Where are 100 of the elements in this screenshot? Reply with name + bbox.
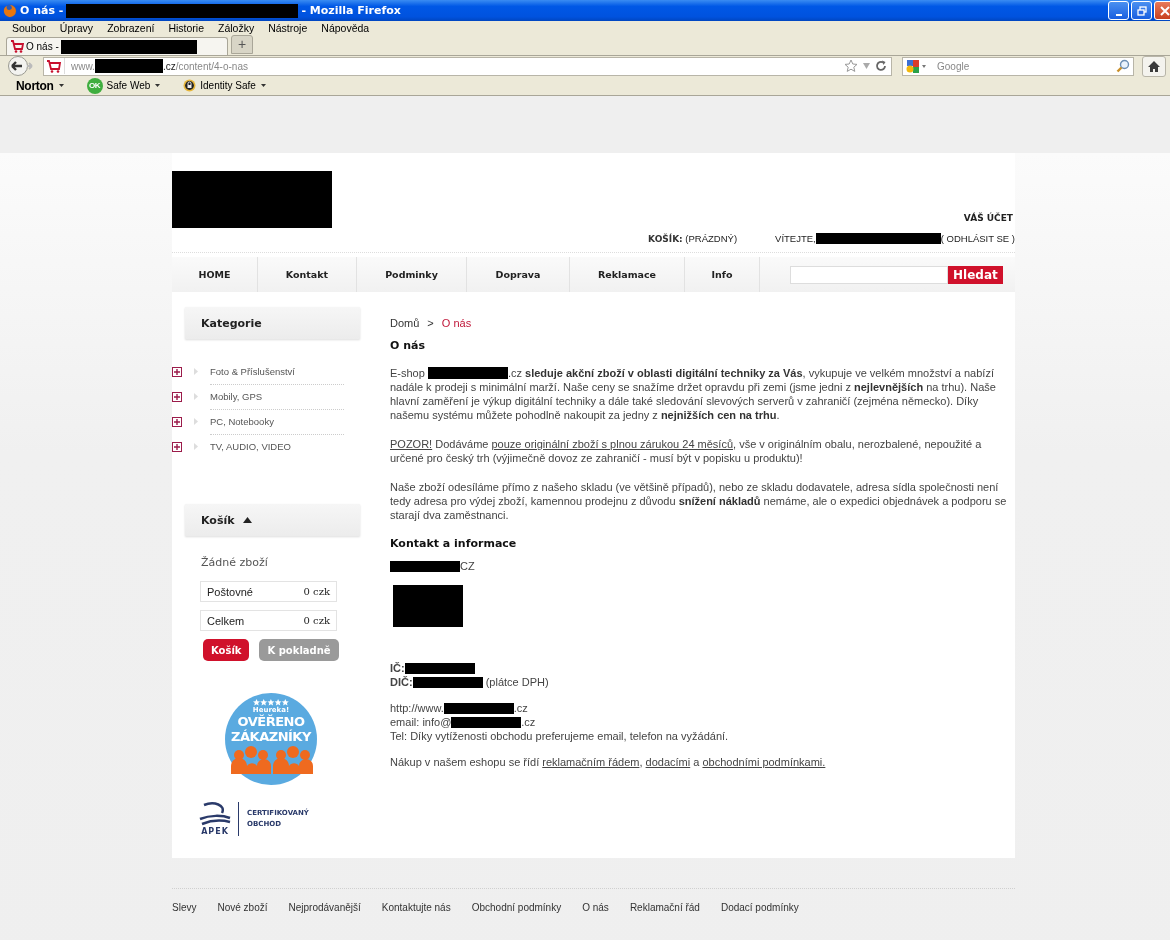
close-button[interactable] — [1154, 1, 1170, 20]
row-label: Poštovné — [207, 585, 253, 598]
restore-icon — [1136, 5, 1147, 16]
plus-icon[interactable] — [172, 441, 182, 452]
footer-link[interactable]: Obchodní podmínky — [471, 902, 562, 913]
category-link[interactable]: Foto & Příslušenství — [210, 358, 344, 385]
link[interactable]: dodacími — [645, 756, 691, 768]
paragraph: E-shop .cz sleduje akční zboží v oblasti digitální techniky za Vás, vykupuje ve velkém množství a nabízí nadále k prodeji s minimální marží. Naše ceny se snažíme držet opravdu při zemi (jsme jedni z nejlevnějších na trhu). Naše hlavní zaměření je výkup digitální techniky a dále také sledování slevových serverů v zahraničí (zejména německo). Díky našemu systému můžete pohodlně nakoupit za jedny z nejnižších cen na trhu. — [390, 366, 997, 422]
contact-text: email: info@ — [390, 715, 452, 729]
redaction-bar — [393, 585, 463, 627]
minimize-button[interactable] — [1108, 1, 1129, 20]
nav-item[interactable]: Info — [685, 257, 760, 292]
restore-button[interactable] — [1131, 1, 1152, 20]
breadcrumb-item[interactable]: Domů — [390, 316, 420, 330]
row-value: 0 czk — [303, 586, 330, 597]
footer-link[interactable]: Slevy — [172, 902, 197, 913]
row-value: 0 czk — [303, 615, 330, 626]
menu-item[interactable]: Nápověda — [314, 22, 377, 35]
stars-icon — [253, 699, 289, 706]
nav-item[interactable]: Reklamace — [570, 257, 685, 292]
reload-icon[interactable] — [875, 60, 887, 72]
menu-item[interactable]: Soubor — [5, 22, 53, 35]
cart-icon — [10, 40, 24, 53]
logout-link[interactable]: ( ODHLÁSIT SE ) — [940, 233, 1015, 244]
menu-item[interactable]: Záložky — [211, 22, 262, 35]
section-title: Košík — [201, 513, 235, 527]
identity-safe-menu[interactable]: Identity Safe — [183, 79, 267, 92]
redaction-bar — [390, 560, 460, 572]
plus-icon[interactable] — [172, 391, 182, 402]
caret-icon — [57, 83, 65, 88]
firefox-icon — [3, 3, 17, 18]
footer-link[interactable]: Nové zboží — [217, 902, 268, 913]
footer-link[interactable]: Reklamační řád — [629, 902, 700, 913]
category-link[interactable]: Mobily, GPS — [210, 383, 344, 410]
badge-text: ZÁKAZNÍKY — [231, 729, 311, 744]
caret-icon — [154, 83, 162, 88]
breadcrumb-separator: > — [427, 316, 434, 330]
cart-icon — [44, 58, 65, 74]
nav-item[interactable]: Podminky — [357, 257, 467, 292]
star-icon[interactable] — [844, 59, 858, 73]
cart-status: KOŠÍK: (PRÁZDNÝ) — [648, 233, 738, 244]
page-heading: O nás — [390, 339, 426, 352]
footer-link[interactable]: Kontaktujte nás — [381, 902, 451, 913]
lock-icon — [183, 79, 197, 92]
plus-icon[interactable] — [172, 366, 182, 377]
nav-item[interactable]: Doprava — [467, 257, 570, 292]
nav-item[interactable]: HOME — [172, 257, 258, 292]
link[interactable]: POZOR! — [390, 438, 433, 450]
nav-item[interactable]: Kontakt — [258, 257, 357, 292]
menu-item[interactable]: Historie — [161, 22, 211, 35]
empty-cart-text: Žádné zboží — [201, 556, 269, 569]
footer-link[interactable]: Nejprodávanější — [288, 902, 361, 913]
paragraph: Nákup v našem eshopu se řídí reklamačním řádem, dodacími a obchodními podmínkami. — [390, 755, 827, 769]
redaction-bar — [443, 702, 514, 714]
contact-text: .cz — [513, 701, 528, 715]
close-icon — [1159, 5, 1170, 16]
breadcrumb-item[interactable]: O nás — [441, 316, 472, 330]
contact-text: http://www. — [390, 701, 444, 715]
menu-item[interactable]: Zobrazení — [100, 22, 162, 35]
home-button[interactable] — [1142, 55, 1166, 77]
redaction-bar — [404, 662, 475, 674]
category-link[interactable]: PC, Notebooky — [210, 408, 344, 435]
triangle-icon — [194, 393, 198, 400]
search-button[interactable]: Hledat — [948, 265, 1003, 284]
menu-item[interactable]: Úpravy — [52, 22, 101, 35]
triangle-up-icon[interactable] — [242, 517, 252, 523]
plus-icon[interactable] — [172, 416, 182, 427]
contact-text: (plátce DPH) — [484, 675, 549, 689]
norton-menu[interactable]: Norton — [16, 78, 65, 93]
redaction-bar — [412, 676, 483, 688]
people-icon — [229, 744, 313, 774]
triangle-icon — [194, 418, 198, 425]
window-title: - Mozilla Firefox — [301, 4, 401, 17]
row-label: Celkem — [207, 614, 245, 627]
menu-item[interactable]: Nástroje — [261, 22, 315, 35]
contact-text: CZ — [460, 559, 475, 573]
contact-text: .cz — [521, 715, 536, 729]
section-title: Kategorie — [201, 316, 262, 330]
caret-icon — [259, 83, 267, 88]
account-link[interactable]: VÁŠ ÚČET — [963, 213, 1013, 223]
link[interactable]: obchodními podmínkami. — [702, 756, 826, 768]
address-field[interactable]: www. .cz/content/4-o-nas — [43, 56, 892, 76]
search-field[interactable] — [790, 265, 948, 284]
contact-text: IČ: — [390, 661, 405, 675]
triangle-icon — [194, 443, 198, 450]
safe-web-menu[interactable]: OK Safe Web — [86, 77, 162, 94]
home-icon — [1147, 59, 1161, 73]
web-search-field[interactable]: Google — [902, 56, 1134, 76]
browser-tab[interactable]: O nás - — [6, 37, 228, 55]
new-tab-button[interactable]: + — [231, 35, 253, 54]
back-button[interactable] — [7, 56, 33, 76]
redaction-bar — [451, 716, 522, 728]
contact-text: Tel: Díky vytíženosti obchodu preferujeme email, telefon na vyžádání. — [390, 729, 729, 743]
paragraph: POZOR! Dodáváme pouze originální zboží s plnou zárukou 24 měsíců, vše v originálním obalu, nerozbalené, nepoužité a určené pro český trh (výjimečně dovoz ze zahraničí - musí být v popisku u produktu)! — [390, 437, 983, 465]
footer-link[interactable]: Dodací podmínky — [720, 902, 799, 913]
cart-button[interactable]: Košík — [203, 639, 250, 661]
section-heading: Kontakt a informace — [390, 537, 518, 550]
ok-badge: OK — [86, 77, 103, 94]
category-link[interactable]: TV, AUDIO, VIDEO — [210, 434, 344, 459]
footer-link[interactable]: O nás — [582, 902, 609, 913]
